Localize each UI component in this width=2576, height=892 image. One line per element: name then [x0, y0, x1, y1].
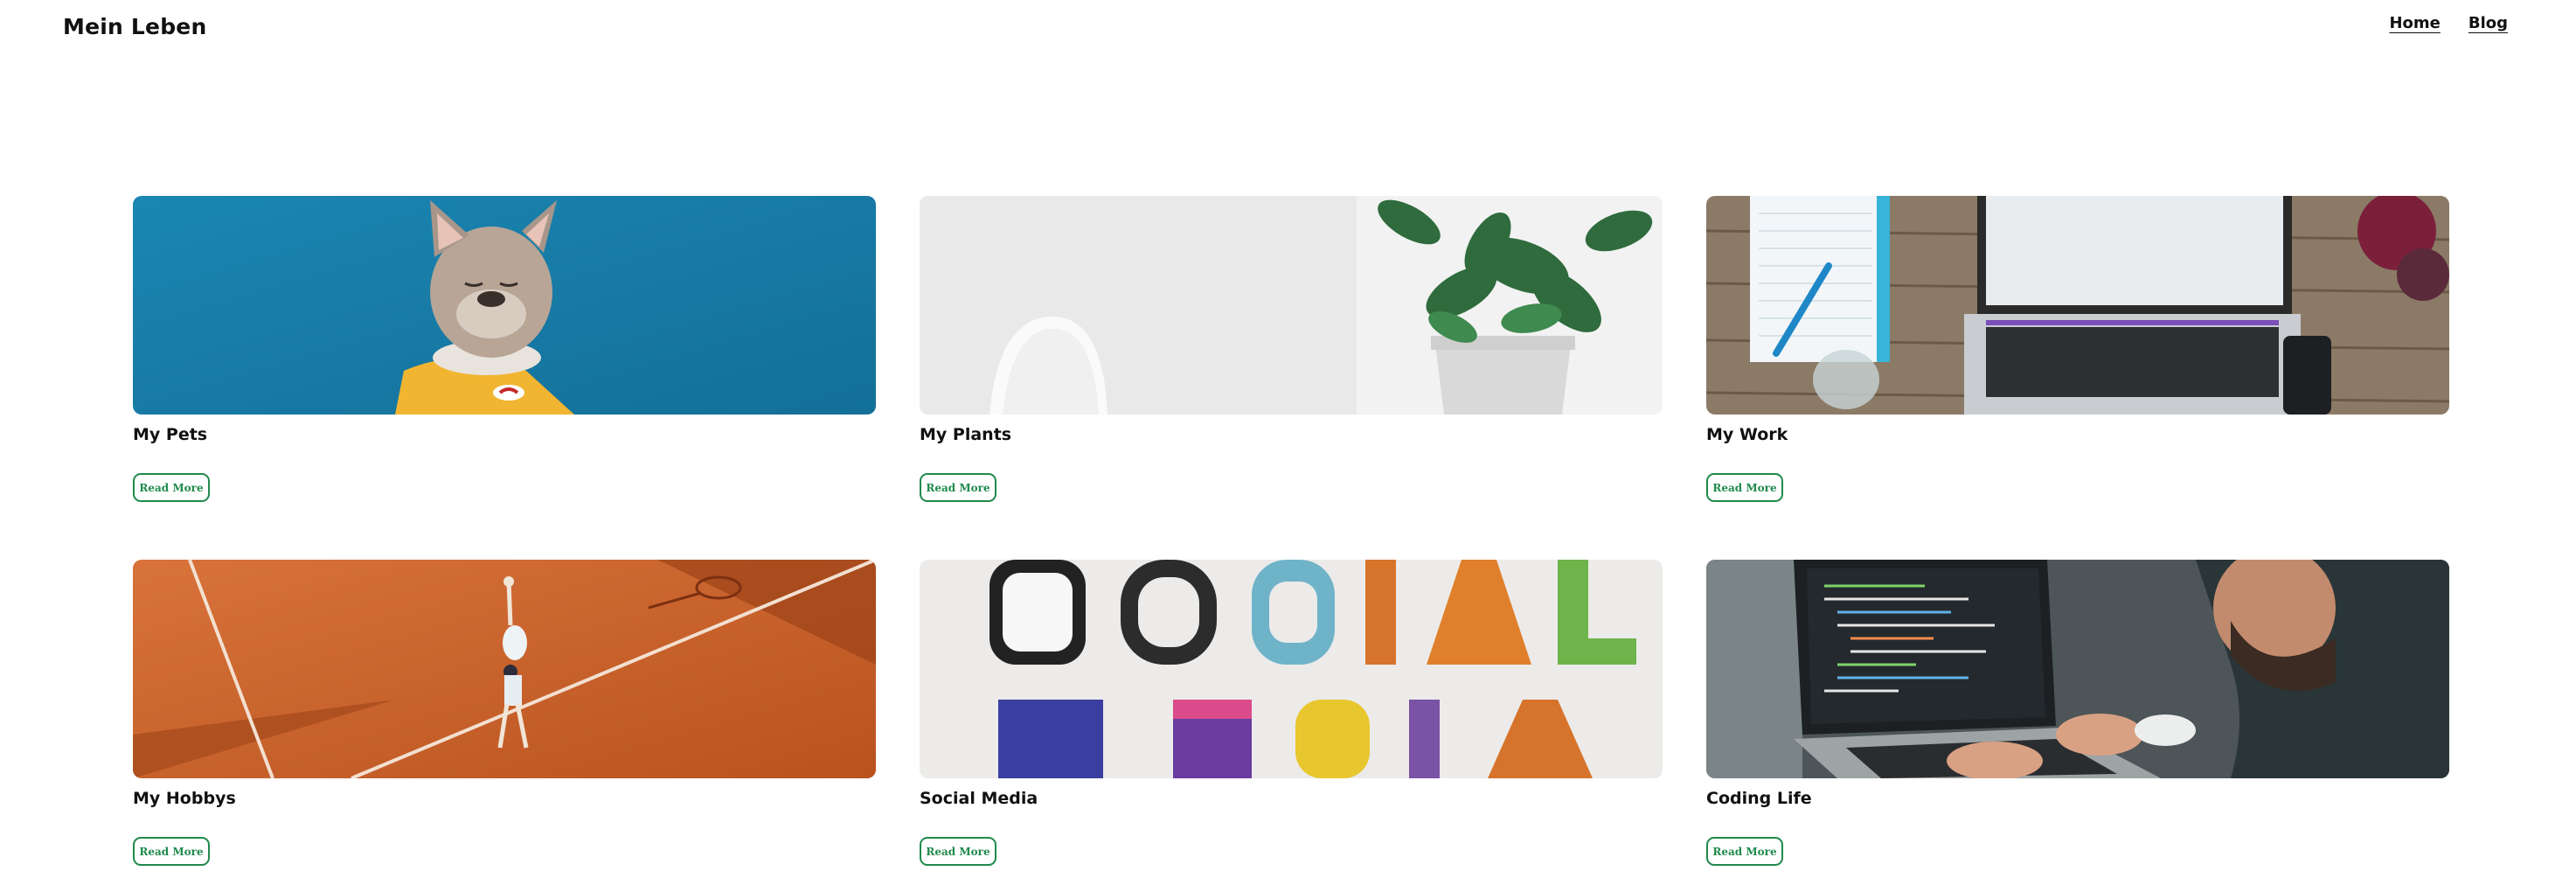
card-my-hobbys: My Hobbys Read More: [133, 560, 876, 866]
nav-link-blog[interactable]: Blog: [2468, 14, 2508, 32]
card-title: My Pets: [133, 425, 208, 444]
laptop-desk-photo: [1706, 196, 2449, 415]
read-more-button[interactable]: Read More: [133, 473, 210, 502]
read-more-button[interactable]: Read More: [1706, 837, 1783, 866]
tennis-court-photo: [133, 560, 876, 778]
site-header: Mein Leben Home Blog: [0, 0, 2576, 61]
hobbys-image: [133, 560, 876, 778]
social-media-letters-photo: [920, 560, 1663, 778]
card-my-pets: My Pets Read More: [133, 196, 876, 502]
card-title: Coding Life: [1706, 789, 1812, 808]
work-image: [1706, 196, 2449, 415]
card-title: My Plants: [920, 425, 1012, 444]
card-social-media: Social Media Read More: [920, 560, 1663, 866]
read-more-button[interactable]: Read More: [1706, 473, 1783, 502]
french-bulldog-photo: [133, 196, 876, 415]
card-title: My Hobbys: [133, 789, 236, 808]
site-brand[interactable]: Mein Leben: [63, 14, 206, 39]
pets-image: [133, 196, 876, 415]
coding-laptop-photo: [1706, 560, 2449, 778]
plants-image: [920, 196, 1663, 415]
card-coding-life: Coding Life Read More: [1706, 560, 2449, 866]
read-more-button[interactable]: Read More: [133, 837, 210, 866]
plant-photo: [920, 196, 1663, 415]
card-my-work: My Work Read More: [1706, 196, 2449, 502]
read-more-button[interactable]: Read More: [920, 473, 996, 502]
card-title: Social Media: [920, 789, 1038, 808]
card-title: My Work: [1706, 425, 1788, 444]
read-more-button[interactable]: Read More: [920, 837, 996, 866]
card-grid: My Pets Read More My Plants Read More My…: [133, 196, 2449, 866]
social-media-image: [920, 560, 1663, 778]
nav-link-home[interactable]: Home: [2389, 14, 2440, 32]
main-nav: Home Blog: [2389, 14, 2508, 32]
card-my-plants: My Plants Read More: [920, 196, 1663, 502]
coding-life-image: [1706, 560, 2449, 778]
